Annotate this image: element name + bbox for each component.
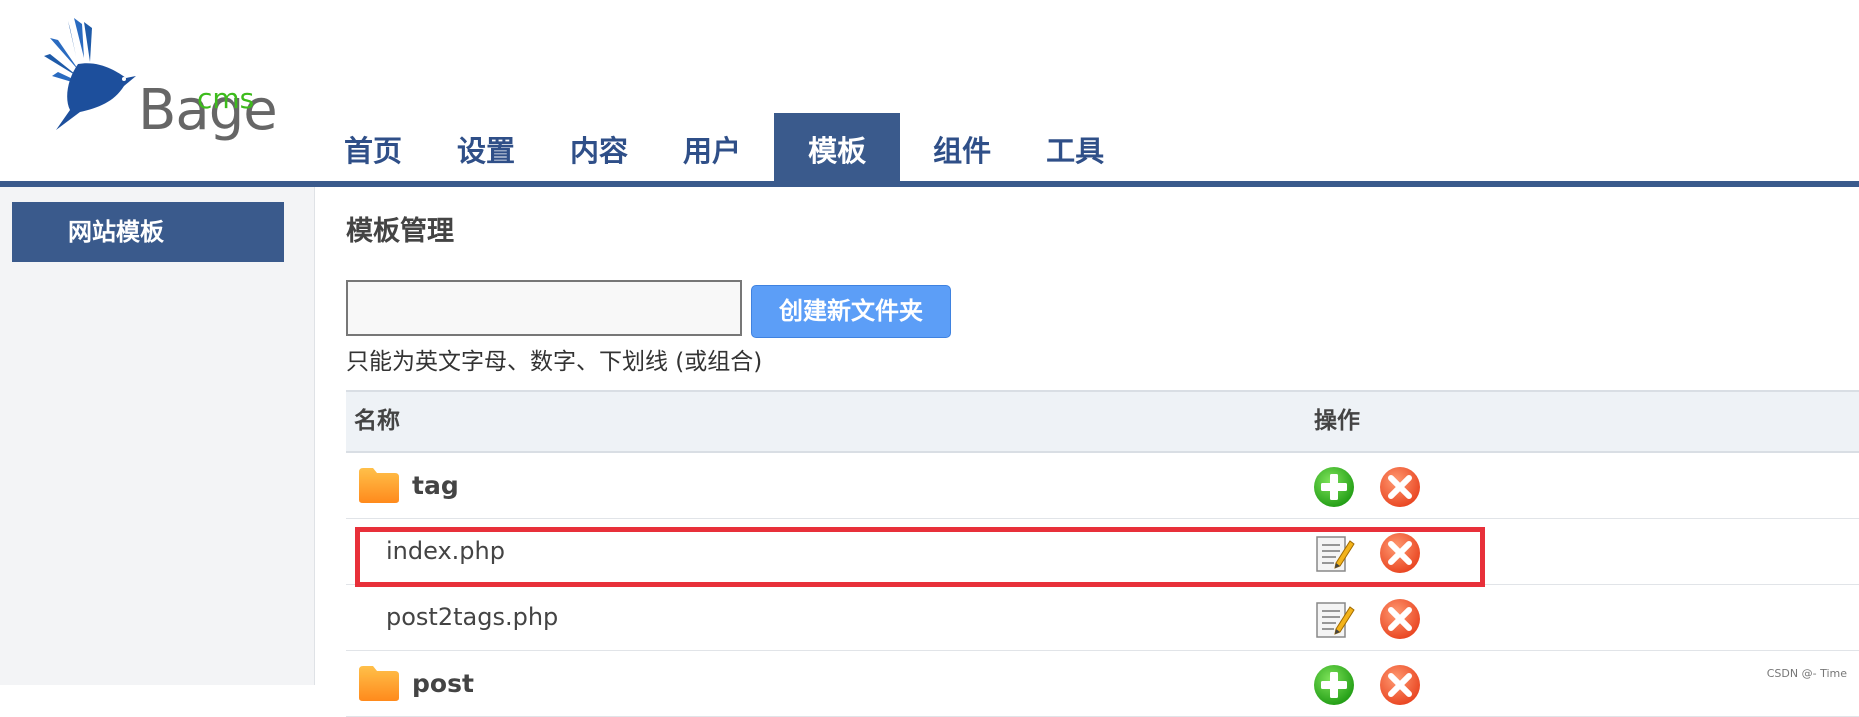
delete-icon[interactable] [1378,465,1422,509]
nav-home[interactable]: 首页 [322,113,424,181]
nav-templates[interactable]: 模板 [774,113,901,181]
nav-components[interactable]: 组件 [911,113,1013,181]
edit-file-icon[interactable] [1312,597,1356,641]
template-table: 名称 操作 tag index.php post2tags.php post [346,390,1859,717]
file-name[interactable]: post2tags.php [386,585,558,650]
table-row: post [346,651,1859,717]
add-file-icon[interactable] [1312,663,1356,707]
nav-content[interactable]: 内容 [548,113,650,181]
folder-name[interactable]: tag [412,453,459,518]
nav-users[interactable]: 用户 [661,113,763,181]
nav-settings[interactable]: 设置 [435,113,537,181]
folder-name-input[interactable] [346,280,742,336]
folder-name-hint: 只能为英文字母、数字、下划线 (或组合) [346,349,763,375]
table-header: 名称 操作 [346,390,1859,453]
main-content: 模板管理 创建新文件夹 只能为英文字母、数字、下划线 (或组合) 名称 操作 t… [346,187,1859,717]
folder-icon [359,666,399,701]
folder-icon [359,468,399,503]
edit-file-icon[interactable] [1312,531,1356,575]
table-row: tag [346,453,1859,519]
column-ops: 操作 [1314,408,1360,434]
logo-suffix: cms [197,82,255,115]
create-folder-button[interactable]: 创建新文件夹 [751,285,951,338]
sidebar: 网站模板 [0,187,315,685]
logo[interactable]: Bage cms [40,16,278,143]
page-title: 模板管理 [346,216,454,247]
delete-icon[interactable] [1378,531,1422,575]
sidebar-item-site-templates[interactable]: 网站模板 [12,202,284,262]
header: Bage cms 首页 设置 内容 用户 模板 组件 工具 [0,0,1859,181]
nav-tools[interactable]: 工具 [1024,113,1126,181]
delete-icon[interactable] [1378,663,1422,707]
file-name[interactable]: index.php [386,519,505,584]
watermark: CSDN @- Time [1766,667,1847,680]
column-name: 名称 [354,408,400,434]
table-row: post2tags.php [346,585,1859,651]
table-row: index.php [346,519,1859,585]
delete-icon[interactable] [1378,597,1422,641]
main-nav: 首页 设置 内容 用户 模板 组件 工具 [322,113,1137,181]
folder-name[interactable]: post [412,651,474,716]
add-file-icon[interactable] [1312,465,1356,509]
